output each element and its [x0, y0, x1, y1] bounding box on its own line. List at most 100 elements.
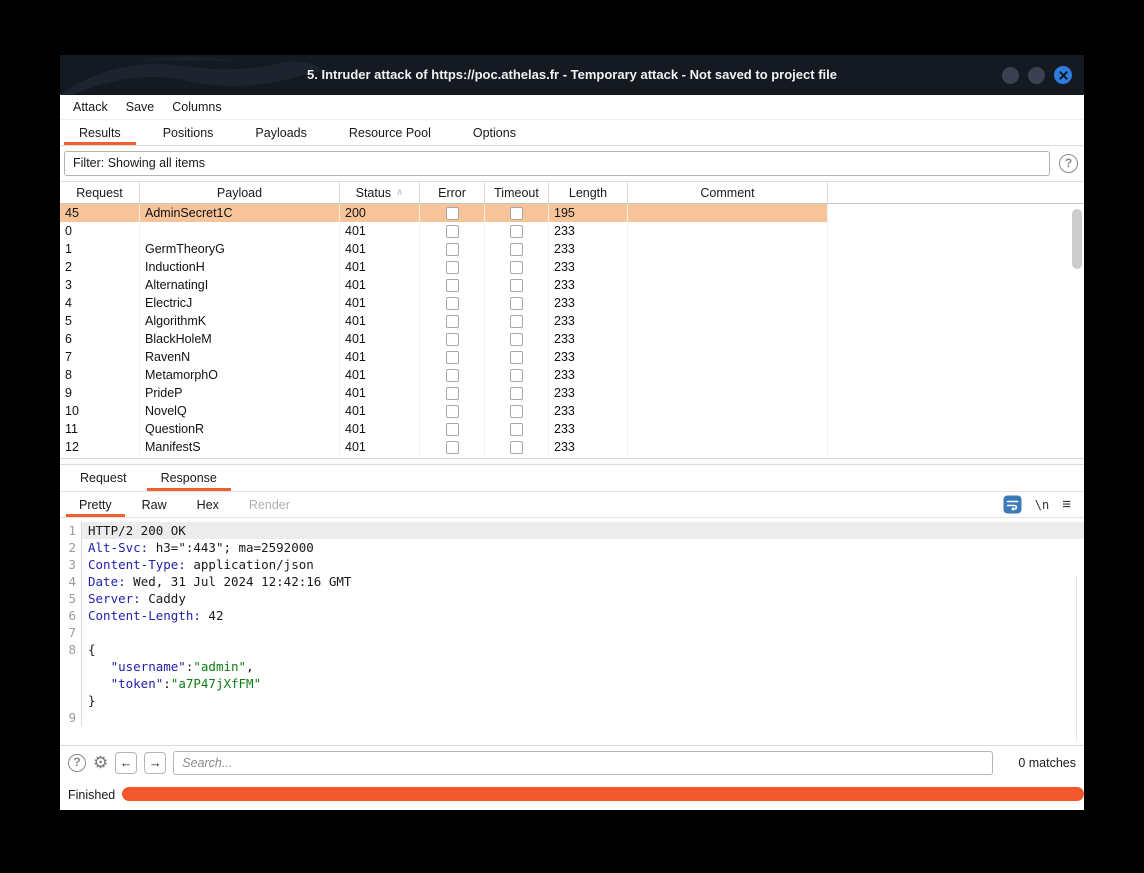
panel-splitter[interactable] [60, 458, 1084, 465]
cell-length: 233 [549, 438, 628, 456]
filter-bar[interactable]: Filter: Showing all items [64, 151, 1050, 176]
timeout-checkbox[interactable] [510, 387, 523, 400]
column-header-status[interactable]: Status∧ [340, 182, 420, 203]
error-checkbox[interactable] [446, 387, 459, 400]
error-checkbox[interactable] [446, 297, 459, 310]
timeout-checkbox[interactable] [510, 297, 523, 310]
cell-request: 1 [60, 240, 140, 258]
table-row[interactable]: 5AlgorithmK401233 [60, 312, 1084, 330]
timeout-checkbox[interactable] [510, 207, 523, 220]
column-header-error[interactable]: Error [420, 182, 485, 203]
error-checkbox[interactable] [446, 279, 459, 292]
help-icon[interactable]: ? [1059, 154, 1078, 173]
search-input[interactable] [173, 751, 993, 775]
cell-comment [628, 204, 828, 222]
table-row[interactable]: 8MetamorphO401233 [60, 366, 1084, 384]
tab-render: Render [236, 492, 303, 517]
error-checkbox[interactable] [446, 369, 459, 382]
editor-menu-icon[interactable]: ≡ [1062, 496, 1071, 513]
tab-results[interactable]: Results [64, 120, 136, 145]
column-header-comment[interactable]: Comment [628, 182, 828, 203]
cell-timeout [485, 402, 549, 420]
timeout-checkbox[interactable] [510, 333, 523, 346]
tab-options[interactable]: Options [458, 120, 531, 145]
column-header-length[interactable]: Length [549, 182, 628, 203]
error-checkbox[interactable] [446, 315, 459, 328]
error-checkbox[interactable] [446, 441, 459, 454]
code-segment: HTTP/2 200 OK [88, 523, 186, 538]
menu-columns[interactable]: Columns [163, 97, 230, 117]
tab-response[interactable]: Response [147, 465, 231, 491]
view-tabs-holder: PrettyRawHexRender [66, 492, 307, 517]
table-row[interactable]: 45AdminSecret1C200195 [60, 204, 1084, 222]
minimize-button[interactable] [1002, 67, 1019, 84]
cell-filler [828, 258, 1084, 276]
tab-raw[interactable]: Raw [129, 492, 180, 517]
timeout-checkbox[interactable] [510, 423, 523, 436]
cell-comment [628, 402, 828, 420]
table-row[interactable]: 10NovelQ401233 [60, 402, 1084, 420]
timeout-checkbox[interactable] [510, 441, 523, 454]
table-row[interactable]: 9PrideP401233 [60, 384, 1084, 402]
cell-comment [628, 438, 828, 456]
cell-status: 401 [340, 402, 420, 420]
table-row[interactable]: 12ManifestS401233 [60, 438, 1084, 456]
table-row[interactable]: 7RavenN401233 [60, 348, 1084, 366]
table-row[interactable]: 11QuestionR401233 [60, 420, 1084, 438]
menu-save[interactable]: Save [117, 97, 164, 117]
error-checkbox[interactable] [446, 225, 459, 238]
tab-hex[interactable]: Hex [184, 492, 232, 517]
timeout-checkbox[interactable] [510, 243, 523, 256]
search-settings-icon[interactable]: ⚙ [93, 754, 108, 772]
error-checkbox[interactable] [446, 423, 459, 436]
timeout-checkbox[interactable] [510, 405, 523, 418]
code-text: { [82, 641, 1084, 658]
timeout-checkbox[interactable] [510, 279, 523, 292]
table-row[interactable]: 1GermTheoryG401233 [60, 240, 1084, 258]
code-text [82, 624, 1084, 641]
tab-positions[interactable]: Positions [148, 120, 229, 145]
timeout-checkbox[interactable] [510, 315, 523, 328]
previous-match-button[interactable]: ← [115, 752, 137, 774]
cell-filler [828, 222, 1084, 240]
word-wrap-icon[interactable] [1003, 495, 1022, 514]
table-row[interactable]: 3AlternatingI401233 [60, 276, 1084, 294]
table-row[interactable]: 6BlackHoleM401233 [60, 330, 1084, 348]
next-match-button[interactable]: → [144, 752, 166, 774]
cell-length: 233 [549, 402, 628, 420]
column-header-timeout[interactable]: Timeout [485, 182, 549, 203]
table-row[interactable]: 2InductionH401233 [60, 258, 1084, 276]
newline-toggle-icon[interactable]: \n [1035, 498, 1049, 512]
column-header-payload[interactable]: Payload [140, 182, 340, 203]
error-checkbox[interactable] [446, 207, 459, 220]
close-button[interactable] [1054, 66, 1072, 84]
timeout-checkbox[interactable] [510, 225, 523, 238]
search-help-icon[interactable]: ? [68, 754, 86, 772]
response-editor[interactable]: 1HTTP/2 200 OK2Alt-Svc: h3=":443"; ma=25… [60, 518, 1084, 745]
tab-request[interactable]: Request [66, 465, 141, 491]
table-scrollbar-thumb[interactable] [1072, 209, 1082, 269]
sort-ascending-icon: ∧ [396, 187, 403, 198]
error-checkbox[interactable] [446, 405, 459, 418]
tab-resource-pool[interactable]: Resource Pool [334, 120, 446, 145]
cell-filler [828, 348, 1084, 366]
tab-pretty[interactable]: Pretty [66, 492, 125, 517]
timeout-checkbox[interactable] [510, 261, 523, 274]
code-segment: Alt-Svc: [88, 540, 148, 555]
error-checkbox[interactable] [446, 333, 459, 346]
timeout-checkbox[interactable] [510, 369, 523, 382]
error-checkbox[interactable] [446, 261, 459, 274]
maximize-button[interactable] [1028, 67, 1045, 84]
window-controls [1002, 55, 1072, 95]
column-header-request[interactable]: Request [60, 182, 140, 203]
error-checkbox[interactable] [446, 243, 459, 256]
table-row[interactable]: 4ElectricJ401233 [60, 294, 1084, 312]
table-row[interactable]: 0401233 [60, 222, 1084, 240]
tab-payloads[interactable]: Payloads [240, 120, 321, 145]
error-checkbox[interactable] [446, 351, 459, 364]
timeout-checkbox[interactable] [510, 351, 523, 364]
cell-payload [140, 222, 340, 240]
menu-attack[interactable]: Attack [64, 97, 117, 117]
editor-scrollbar-track[interactable] [1076, 576, 1077, 741]
cell-timeout [485, 330, 549, 348]
